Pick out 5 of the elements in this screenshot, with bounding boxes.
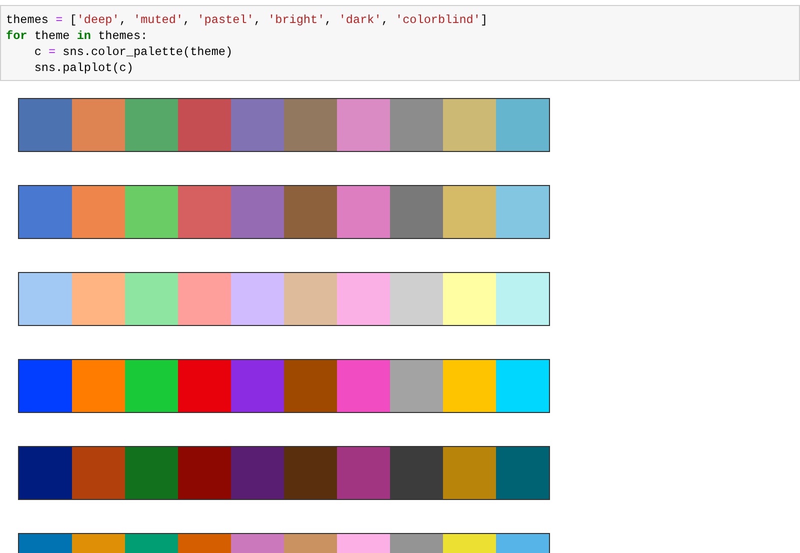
code-line: c = sns.color_palette(theme) (33, 44, 233, 60)
code-line: for theme in themes: (6, 28, 148, 44)
code-line: sns.palplot(c) (33, 60, 134, 76)
code-line: themes = ['deep', 'muted', 'pastel', 'bright', 'dark', 'colorblind'] (6, 12, 488, 28)
code-cell[interactable]: themes = ['deep', 'muted', 'pastel', 'bright', 'dark', 'colorblind'] for theme in themes: c = sns.color_palette(theme) sns.palplot(c) (0, 5, 800, 81)
